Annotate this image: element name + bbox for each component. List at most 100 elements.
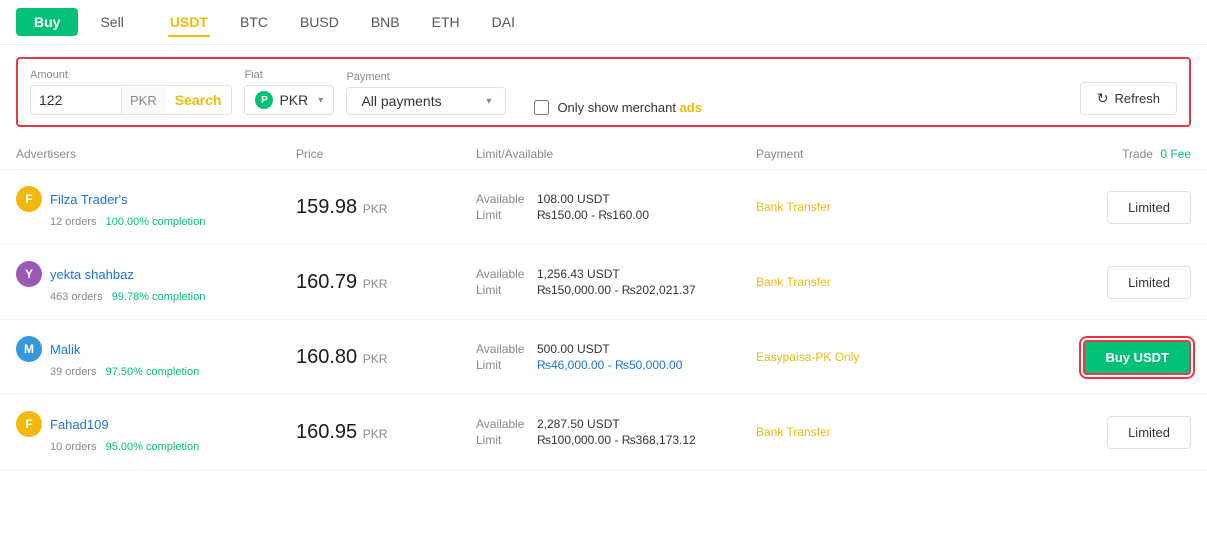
price-cell: 159.98 PKR	[296, 196, 476, 219]
col-price: Price	[296, 147, 476, 161]
fiat-label: Fiat	[244, 69, 334, 81]
col-trade: Trade 0 Fee	[956, 147, 1191, 161]
tab-btc[interactable]: BTC	[224, 8, 284, 36]
advertiser-info: F Fahad109 10 orders 95.00% completion	[16, 411, 296, 453]
fiat-chevron-icon: ▾	[318, 95, 323, 106]
fiat-dot: P	[255, 91, 273, 109]
advertiser-info: F Filza Trader's 12 orders 100.00% compl…	[16, 186, 296, 228]
payment-select[interactable]: All payments ▾	[346, 87, 506, 115]
trade-cell: Limited	[956, 191, 1191, 224]
merchant-checkbox[interactable]	[534, 100, 549, 115]
search-button[interactable]: Search	[165, 86, 232, 114]
advertiser-stats: 39 orders 97.50% completion	[16, 366, 296, 378]
top-bar: Buy Sell USDT BTC BUSD BNB ETH DAI	[0, 0, 1207, 45]
fiat-select[interactable]: P PKR ▾	[244, 85, 334, 115]
tab-eth[interactable]: ETH	[416, 8, 476, 36]
limit-value: ₨46,000.00 - ₨50,000.00	[537, 358, 682, 372]
refresh-button[interactable]: ↻ Refresh	[1080, 82, 1177, 115]
payment-cell: Easypaisa-PK Only	[756, 350, 956, 364]
amount-label: Amount	[30, 69, 232, 81]
avatar: M	[16, 336, 42, 362]
amount-input[interactable]	[31, 86, 121, 114]
advertiser-rows: F Filza Trader's 12 orders 100.00% compl…	[0, 170, 1207, 470]
price-currency: PKR	[363, 352, 388, 366]
limited-button[interactable]: Limited	[1107, 416, 1191, 449]
tab-bnb[interactable]: BNB	[355, 8, 416, 36]
available-value: 1,256.43 USDT	[537, 267, 620, 281]
available-label: Available	[476, 267, 531, 281]
payment-value-label: All payments	[361, 93, 441, 109]
price-cell: 160.95 PKR	[296, 421, 476, 444]
amount-input-wrap: PKR Search	[30, 85, 232, 115]
payment-cell: Bank Transfer	[756, 425, 956, 439]
price-currency: PKR	[363, 427, 388, 441]
avatar: F	[16, 411, 42, 437]
tab-busd[interactable]: BUSD	[284, 8, 355, 36]
avatar: Y	[16, 261, 42, 287]
avatar: F	[16, 186, 42, 212]
advertiser-name[interactable]: Fahad109	[50, 417, 109, 432]
col-limit: Limit/Available	[476, 147, 756, 161]
available-value: 2,287.50 USDT	[537, 417, 620, 431]
tab-usdt[interactable]: USDT	[154, 8, 224, 36]
limit-label: Limit	[476, 358, 531, 372]
limit-cell: Available 108.00 USDT Limit ₨150.00 - ₨1…	[476, 192, 756, 222]
amount-currency-label: PKR	[121, 87, 165, 114]
buy-usdt-button[interactable]: Buy USDT	[1083, 340, 1191, 375]
limit-cell: Available 2,287.50 USDT Limit ₨100,000.0…	[476, 417, 756, 447]
sell-tab[interactable]: Sell	[82, 8, 141, 36]
price-cell: 160.80 PKR	[296, 346, 476, 369]
table-row: Y yekta shahbaz 463 orders 99.78% comple…	[0, 245, 1207, 320]
advertiser-name-row: F Filza Trader's	[16, 186, 296, 212]
table-row: F Fahad109 10 orders 95.00% completion 1…	[0, 395, 1207, 470]
limit-label: Limit	[476, 208, 531, 222]
merchant-ads-link[interactable]: ads	[680, 100, 702, 115]
advertiser-stats: 10 orders 95.00% completion	[16, 441, 296, 453]
price-cell: 160.79 PKR	[296, 271, 476, 294]
filter-bar: Amount PKR Search Fiat P PKR ▾ Payment A…	[16, 57, 1191, 127]
advertiser-stats: 463 orders 99.78% completion	[16, 291, 296, 303]
tab-dai[interactable]: DAI	[476, 8, 531, 36]
payment-label: Payment	[346, 71, 506, 83]
payment-cell: Bank Transfer	[756, 200, 956, 214]
available-label: Available	[476, 342, 531, 356]
available-value: 108.00 USDT	[537, 192, 610, 206]
trade-cell: Limited	[956, 416, 1191, 449]
advertiser-info: M Malik 39 orders 97.50% completion	[16, 336, 296, 378]
limit-label: Limit	[476, 283, 531, 297]
payment-group: Payment All payments ▾	[346, 71, 506, 115]
advertiser-name[interactable]: Malik	[50, 342, 80, 357]
buy-tab[interactable]: Buy	[16, 8, 78, 36]
advertiser-name[interactable]: yekta shahbaz	[50, 267, 134, 282]
payment-cell: Bank Transfer	[756, 275, 956, 289]
price-currency: PKR	[363, 202, 388, 216]
fiat-group: Fiat P PKR ▾	[244, 69, 334, 115]
advertiser-name-row: Y yekta shahbaz	[16, 261, 296, 287]
table-row: M Malik 39 orders 97.50% completion 160.…	[0, 320, 1207, 395]
trade-cell: Buy USDT	[956, 340, 1191, 375]
limited-button[interactable]: Limited	[1107, 191, 1191, 224]
advertiser-info: Y yekta shahbaz 463 orders 99.78% comple…	[16, 261, 296, 303]
advertiser-stats: 12 orders 100.00% completion	[16, 216, 296, 228]
available-value: 500.00 USDT	[537, 342, 610, 356]
limit-label: Limit	[476, 433, 531, 447]
limit-cell: Available 500.00 USDT Limit ₨46,000.00 -…	[476, 342, 756, 372]
fiat-currency-label: PKR	[279, 92, 308, 108]
limit-value: ₨100,000.00 - ₨368,173.12	[537, 433, 696, 447]
limit-cell: Available 1,256.43 USDT Limit ₨150,000.0…	[476, 267, 756, 297]
trade-cell: Limited	[956, 266, 1191, 299]
advertiser-name-row: F Fahad109	[16, 411, 296, 437]
price-currency: PKR	[363, 277, 388, 291]
currency-tabs: USDT BTC BUSD BNB ETH DAI	[154, 8, 531, 36]
limited-button[interactable]: Limited	[1107, 266, 1191, 299]
available-label: Available	[476, 417, 531, 431]
limit-value: ₨150,000.00 - ₨202,021.37	[537, 283, 696, 297]
limit-value: ₨150.00 - ₨160.00	[537, 208, 649, 222]
advertiser-name[interactable]: Filza Trader's	[50, 192, 128, 207]
refresh-icon: ↻	[1097, 90, 1109, 107]
payment-chevron-icon: ▾	[486, 96, 491, 107]
table-row: F Filza Trader's 12 orders 100.00% compl…	[0, 170, 1207, 245]
advertiser-name-row: M Malik	[16, 336, 296, 362]
col-payment: Payment	[756, 147, 956, 161]
amount-group: Amount PKR Search	[30, 69, 232, 115]
